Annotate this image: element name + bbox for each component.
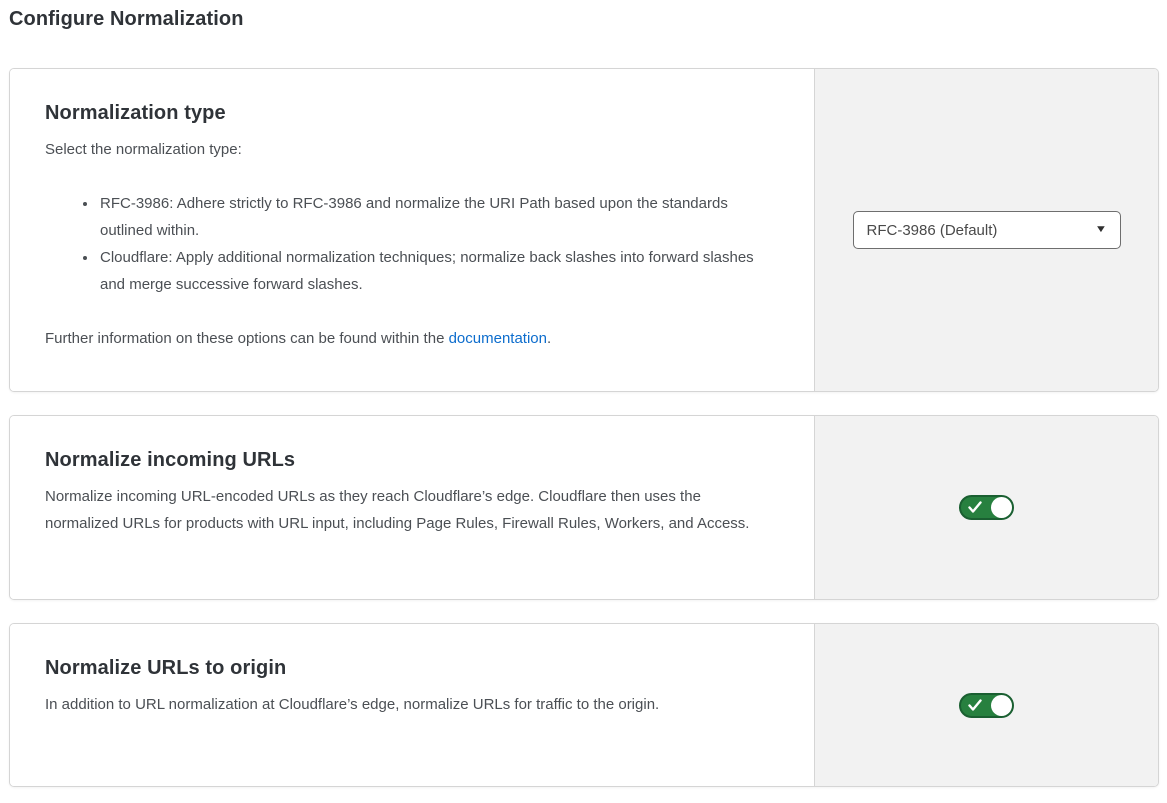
configure-normalization-page: Configure Normalization Normalization ty…	[0, 0, 1167, 803]
card-title: Normalization type	[45, 102, 764, 125]
card-normalize-urls-to-origin-side-panel	[814, 624, 1158, 786]
card-intro: Select the normalization type:	[45, 136, 764, 163]
check-icon	[968, 699, 982, 712]
normalization-options-list: RFC-3986: Adhere strictly to RFC-3986 an…	[45, 190, 764, 298]
card-description: Normalize incoming URL-encoded URLs as t…	[45, 483, 764, 537]
card-normalize-incoming-urls-side-panel	[814, 416, 1158, 599]
toggle-knob	[991, 497, 1012, 518]
normalization-type-select[interactable]: RFC-3986 (Default) ▼	[853, 211, 1121, 249]
normalization-type-select-value: RFC-3986 (Default)	[867, 222, 998, 239]
card-normalization-type: Normalization type Select the normalizat…	[9, 68, 1159, 392]
card-title: Normalize incoming URLs	[45, 449, 764, 472]
card-normalization-type-body: Normalization type Select the normalizat…	[10, 69, 814, 391]
check-icon	[968, 501, 982, 514]
card-description: In addition to URL normalization at Clou…	[45, 691, 764, 718]
documentation-link[interactable]: documentation	[449, 330, 547, 347]
list-item-rfc3986: RFC-3986: Adhere strictly to RFC-3986 an…	[98, 190, 764, 244]
toggle-knob	[991, 695, 1012, 716]
card-normalize-incoming-urls: Normalize incoming URLs Normalize incomi…	[9, 415, 1159, 600]
chevron-down-icon: ▼	[1094, 225, 1107, 235]
card-footer: Further information on these options can…	[45, 325, 764, 352]
list-item-cloudflare: Cloudflare: Apply additional normalizati…	[98, 244, 764, 298]
card-normalize-urls-to-origin: Normalize URLs to origin In addition to …	[9, 623, 1159, 787]
card-normalize-urls-to-origin-body: Normalize URLs to origin In addition to …	[10, 624, 814, 786]
footer-text: Further information on these options can…	[45, 330, 449, 347]
card-normalize-incoming-urls-body: Normalize incoming URLs Normalize incomi…	[10, 416, 814, 599]
page-title: Configure Normalization	[9, 8, 1159, 31]
normalize-urls-to-origin-toggle[interactable]	[959, 693, 1014, 718]
card-title: Normalize URLs to origin	[45, 657, 764, 680]
normalize-incoming-urls-toggle[interactable]	[959, 495, 1014, 520]
footer-period: .	[547, 330, 551, 347]
card-normalization-type-side-panel: RFC-3986 (Default) ▼	[814, 69, 1158, 391]
